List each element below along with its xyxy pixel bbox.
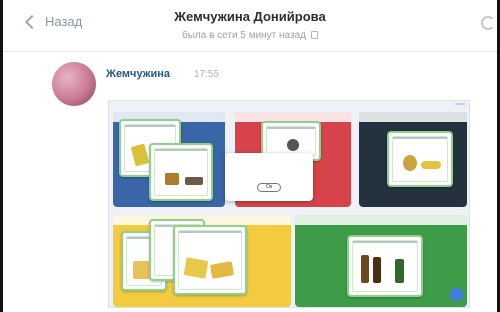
card-text-line [179, 231, 241, 233]
chat-title[interactable]: Жемчужина Донийрова [3, 9, 497, 24]
avatar[interactable] [52, 62, 96, 106]
bottle-item [395, 259, 404, 283]
card-inner [392, 136, 448, 182]
action-button[interactable] [450, 288, 463, 301]
card-text-line [353, 241, 417, 243]
screenshot-corner-mark [455, 103, 465, 105]
peel-item [421, 161, 441, 169]
bin-lid [359, 112, 467, 122]
online-status-text: была в сети 5 минут назад [182, 30, 306, 41]
game-card[interactable] [149, 143, 213, 201]
card-text-line [393, 137, 447, 139]
attached-screenshot[interactable]: Ок [108, 100, 470, 308]
refresh-icon[interactable] [481, 16, 495, 30]
bottle-item [361, 255, 369, 283]
game-card[interactable] [387, 131, 453, 187]
card-inner [154, 148, 208, 196]
card-text-line [125, 125, 175, 127]
cardboard-item [185, 177, 203, 185]
box-item [165, 173, 179, 185]
game-card[interactable] [173, 225, 247, 295]
sender-name[interactable]: Жемчужина [106, 68, 170, 80]
message-time: 17:55 [194, 69, 220, 80]
dialog-ok-button[interactable]: Ок [257, 183, 281, 192]
card-text-line [155, 149, 207, 151]
result-dialog: Ок [225, 153, 313, 201]
lock-icon [311, 31, 318, 39]
bin-lid [295, 215, 467, 225]
bottle-item [373, 257, 381, 283]
online-status: была в сети 5 минут назад [3, 30, 497, 41]
yellow-item [183, 257, 209, 279]
card-text-line [267, 127, 315, 129]
battery-item [287, 139, 299, 151]
banana-item [403, 155, 417, 171]
chat-header: Назад Жемчужина Донийрова была в сети 5 … [3, 0, 497, 52]
game-card[interactable] [347, 235, 423, 297]
